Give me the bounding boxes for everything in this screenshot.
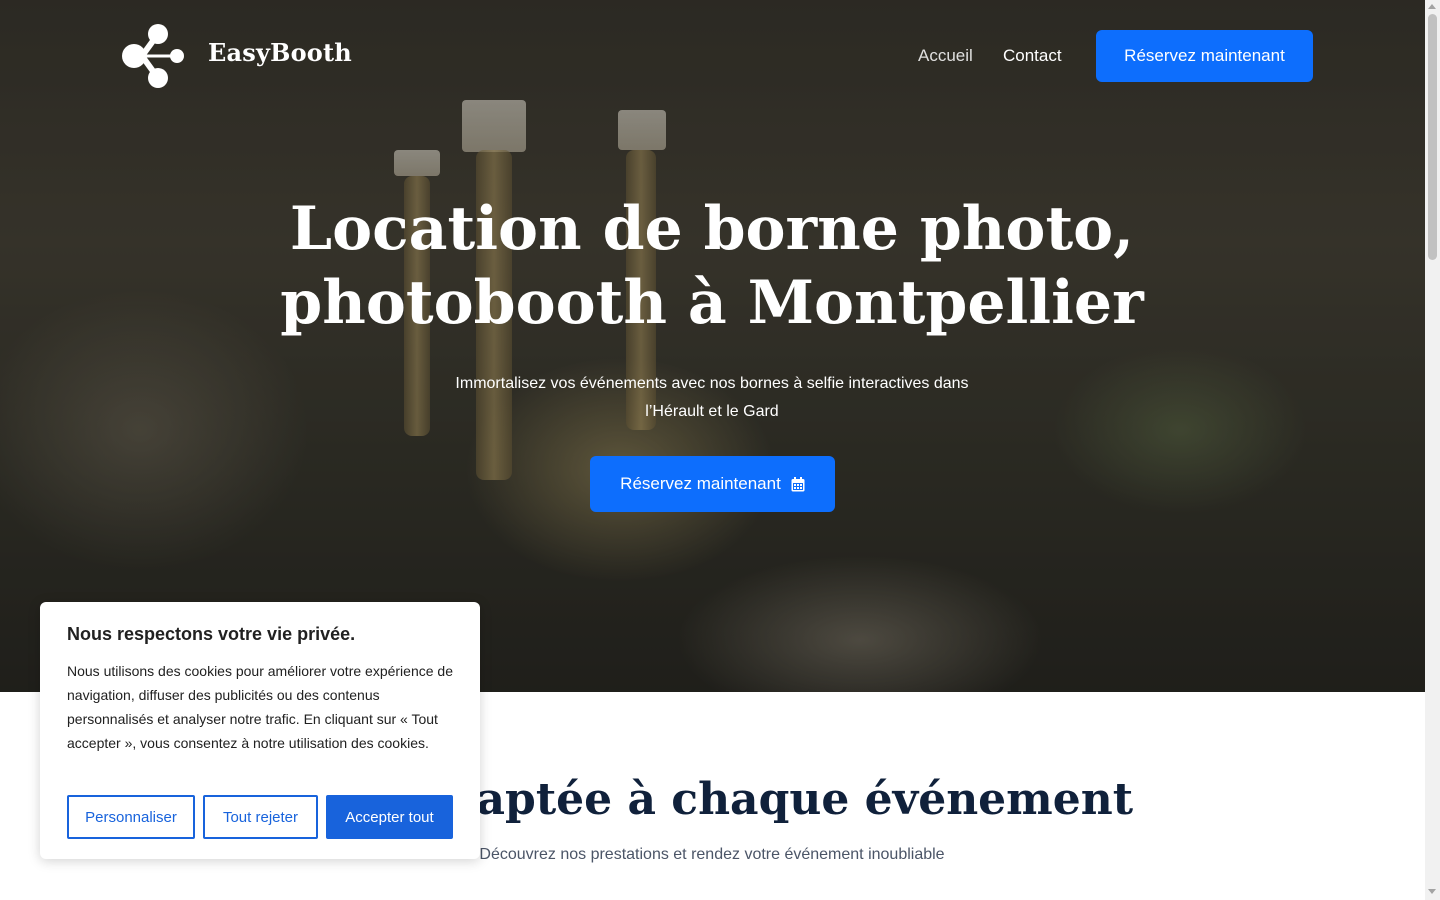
cookie-banner-title: Nous respectons votre vie privée. [67, 624, 356, 644]
scroll-up-arrow-icon[interactable] [1428, 4, 1436, 9]
cookie-reject-all-button[interactable]: Tout rejeter [203, 795, 318, 839]
hero-title-line-1: Location de borne photo, [289, 194, 1135, 264]
calendar-icon [791, 476, 805, 491]
nav-link-accueil[interactable]: Accueil [918, 46, 973, 66]
share-nodes-icon[interactable] [120, 22, 190, 92]
hero-cta-label: Réservez maintenant [620, 474, 781, 493]
hero-subtitle: Immortalisez vos événements avec nos bor… [432, 370, 992, 426]
scrollbar-thumb[interactable] [1428, 14, 1437, 260]
cookie-accept-all-button[interactable]: Accepter tout [326, 795, 453, 839]
hero-book-now-button[interactable]: Réservez maintenant [590, 456, 835, 512]
hero-section: EasyBooth Accueil Contact Réservez maint… [0, 0, 1425, 692]
cookie-banner-text: Nous utilisons des cookies pour améliore… [67, 663, 453, 751]
hero-subtitle-line-2: l’Hérault et le Gard [645, 403, 779, 420]
nav-book-now-button[interactable]: Réservez maintenant [1096, 30, 1313, 82]
hero-title-line-2: photobooth à Montpellier [280, 268, 1144, 338]
cookie-consent-banner: Nous respectons votre vie privée. Nous u… [40, 602, 480, 859]
nav-link-contact[interactable]: Contact [1003, 46, 1062, 66]
hero-overlay [0, 0, 1425, 692]
hero-subtitle-line-1: Immortalisez vos événements avec nos bor… [455, 375, 969, 392]
scroll-down-arrow-icon[interactable] [1428, 889, 1436, 894]
page-scrollbar[interactable] [1425, 0, 1440, 900]
brand-name[interactable]: EasyBooth [208, 38, 352, 67]
hero-title: Location de borne photo, photobooth à Mo… [212, 192, 1212, 340]
cookie-customize-button[interactable]: Personnaliser [67, 795, 195, 839]
